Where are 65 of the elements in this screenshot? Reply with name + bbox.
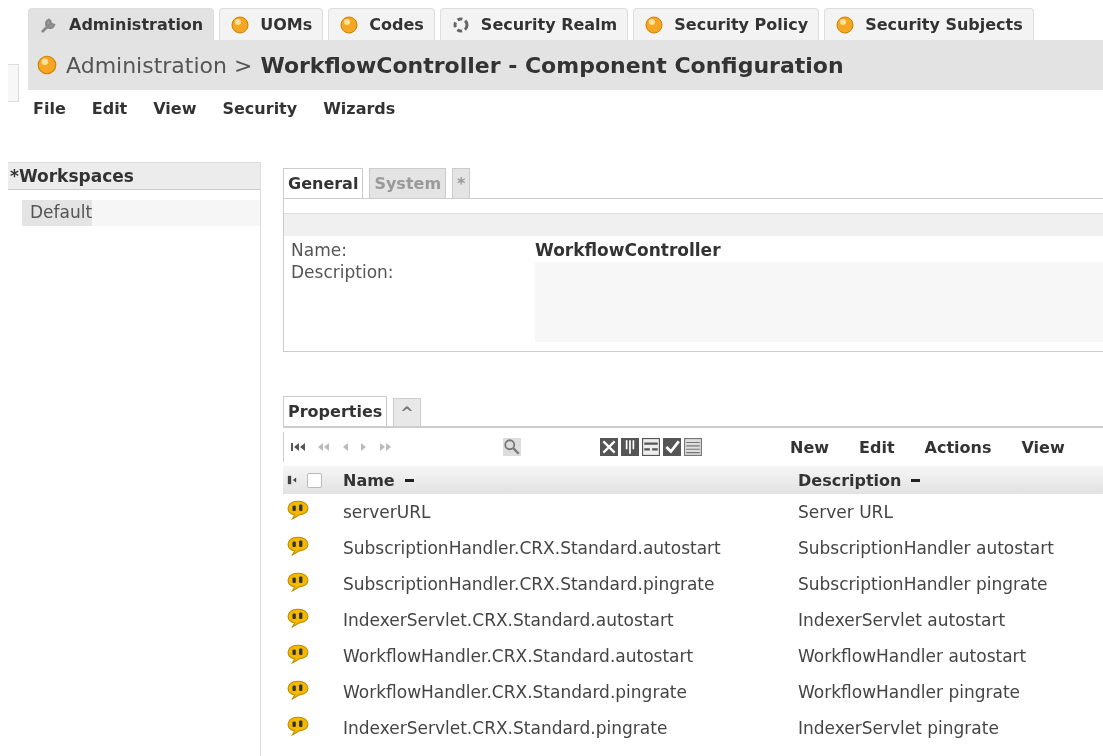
app-tab[interactable]: Security Subjects bbox=[824, 8, 1034, 40]
menu-item[interactable]: Wizards bbox=[323, 99, 396, 130]
menu-item[interactable]: File bbox=[33, 99, 66, 130]
breadcrumb-path[interactable]: Administration > bbox=[66, 52, 253, 78]
table-cell-text: IndexerServlet.CRX.Standard.autostart bbox=[343, 610, 675, 630]
columns-icon[interactable] bbox=[621, 438, 639, 456]
orb-icon bbox=[835, 14, 856, 35]
text-property-icon bbox=[287, 536, 309, 556]
text-property-icon bbox=[287, 644, 309, 664]
collapse-handle[interactable] bbox=[8, 64, 19, 102]
field-label: Name: bbox=[290, 240, 348, 260]
app-tab[interactable]: Security Policy bbox=[633, 8, 820, 40]
column-header[interactable]: Name bbox=[343, 470, 395, 490]
form-icon[interactable] bbox=[642, 438, 660, 456]
text-property-icon bbox=[287, 608, 309, 628]
text-property-icon bbox=[287, 572, 309, 592]
table-cell-text: serverURL bbox=[343, 502, 432, 522]
page-title: WorkflowController - Component Configuration bbox=[260, 52, 844, 78]
toolbar-action[interactable]: View bbox=[1021, 437, 1065, 457]
table-cell-text: SubscriptionHandler.CRX.Standard.autostart bbox=[343, 538, 722, 558]
list-icon[interactable] bbox=[684, 438, 702, 456]
panel-header: *Workspaces bbox=[8, 162, 260, 190]
app-tab[interactable]: Codes bbox=[328, 8, 435, 40]
app-tab[interactable]: Security Realm bbox=[439, 8, 629, 40]
table-cell: IndexerServlet autostart bbox=[798, 610, 1006, 630]
column-toggle-icon[interactable] bbox=[287, 473, 297, 487]
sort-icon[interactable] bbox=[911, 478, 921, 482]
sort-icon[interactable] bbox=[404, 478, 414, 482]
workspace-item[interactable]: Default bbox=[22, 200, 260, 226]
orb-icon bbox=[230, 14, 251, 35]
orb-icon bbox=[644, 14, 665, 35]
orb-icon bbox=[36, 54, 58, 76]
field-label: Description: bbox=[290, 262, 395, 284]
select-all-checkbox[interactable] bbox=[307, 472, 322, 488]
table-cell-text: SubscriptionHandler.CRX.Standard.pingrate bbox=[343, 574, 716, 594]
app-tab[interactable]: UOMs bbox=[219, 8, 324, 40]
app-tab[interactable]: Administration bbox=[28, 8, 215, 40]
table-cell: Server URL bbox=[798, 502, 893, 522]
table-cell-text: WorkflowHandler.CRX.Standard.pingrate bbox=[343, 682, 688, 702]
first-page-icon[interactable] bbox=[290, 440, 306, 454]
name-value: WorkflowController bbox=[535, 240, 721, 260]
orb-icon bbox=[339, 14, 360, 35]
toolbar-action[interactable]: Edit bbox=[859, 437, 895, 457]
toolbar-action[interactable]: New bbox=[790, 437, 830, 457]
toolbar-action[interactable]: Actions bbox=[924, 437, 992, 457]
detail-tab[interactable]: General bbox=[283, 168, 364, 198]
search-icon[interactable] bbox=[503, 438, 521, 456]
table-cell: SubscriptionHandler pingrate bbox=[798, 574, 1048, 594]
table-cell-text: WorkflowHandler.CRX.Standard.autostart bbox=[343, 646, 695, 666]
properties-tab[interactable]: Properties bbox=[283, 396, 388, 426]
text-property-icon bbox=[287, 680, 309, 700]
table-cell: WorkflowHandler pingrate bbox=[798, 682, 1020, 702]
table-cell-text: IndexerServlet.CRX.Standard.pingrate bbox=[343, 718, 669, 738]
menu-item[interactable]: Edit bbox=[91, 99, 128, 130]
column-header[interactable]: Description bbox=[798, 470, 902, 490]
text-property-icon bbox=[287, 716, 309, 736]
delete-icon[interactable] bbox=[600, 438, 618, 456]
table-cell: SubscriptionHandler autostart bbox=[798, 538, 1054, 558]
checkmark-icon[interactable] bbox=[663, 438, 681, 456]
menu-item[interactable]: Security bbox=[222, 99, 298, 130]
collapse-button[interactable]: ^ bbox=[393, 398, 421, 426]
table-cell: IndexerServlet pingrate bbox=[798, 718, 999, 738]
table-cell: WorkflowHandler autostart bbox=[798, 646, 1027, 666]
menu-item[interactable]: View bbox=[153, 99, 197, 130]
text-property-icon bbox=[287, 500, 309, 520]
